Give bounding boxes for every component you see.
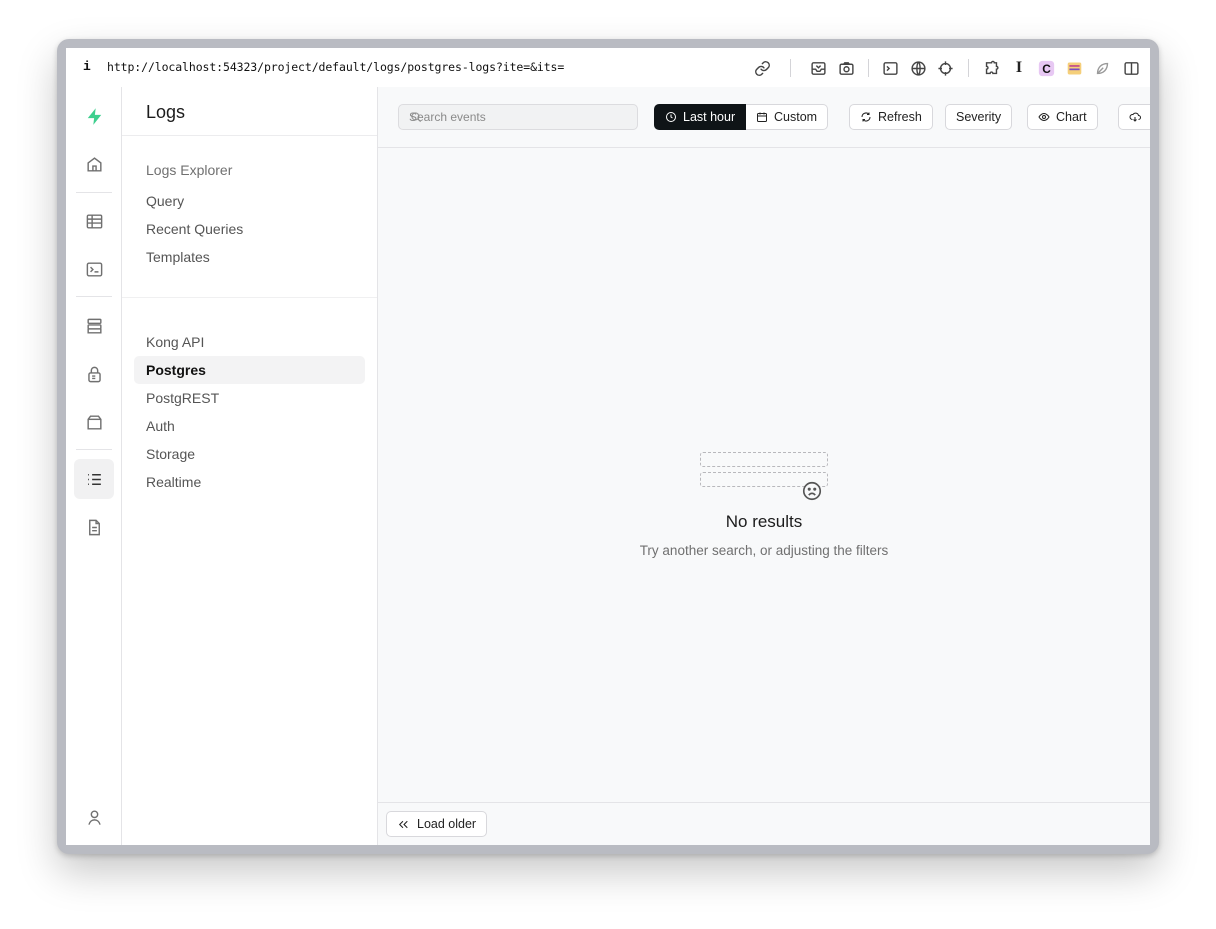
terminal-icon[interactable] bbox=[74, 249, 114, 289]
document-icon[interactable] bbox=[74, 507, 114, 547]
search-box[interactable] bbox=[398, 104, 638, 130]
leaf-icon[interactable] bbox=[1092, 58, 1112, 78]
home-icon[interactable] bbox=[74, 144, 114, 184]
rewind-icon bbox=[398, 820, 408, 828]
placeholder-row bbox=[700, 452, 828, 467]
menu-item-query[interactable]: Query bbox=[134, 187, 365, 215]
eye-icon bbox=[1038, 112, 1050, 122]
grid-extension-icon[interactable] bbox=[1064, 58, 1084, 78]
sad-face-icon bbox=[802, 481, 822, 501]
search-input[interactable] bbox=[409, 105, 629, 129]
svg-text:C: C bbox=[1042, 61, 1051, 75]
empty-state-title: No results bbox=[725, 512, 803, 531]
menu-item-postgres[interactable]: Postgres bbox=[134, 356, 365, 384]
browser-frame: i http://localhost:54323/project/default… bbox=[66, 48, 1150, 845]
icon-rail bbox=[66, 87, 122, 845]
logs-explorer-heading: Logs Explorer bbox=[146, 162, 233, 178]
cloud-download-icon bbox=[1129, 112, 1141, 122]
menu-item-kong-api[interactable]: Kong API bbox=[134, 328, 365, 356]
load-older-button[interactable]: Load older bbox=[386, 811, 488, 837]
custom-label: Custom bbox=[774, 110, 818, 124]
last-hour-label: Last hour bbox=[683, 110, 736, 124]
refresh-button[interactable]: Refresh bbox=[849, 104, 933, 130]
refresh-label: Refresh bbox=[878, 110, 922, 124]
list-icon[interactable] bbox=[74, 459, 114, 499]
logs-toolbar: Last hour Custom Refresh Severity Chart bbox=[378, 87, 1150, 148]
split-view-icon[interactable] bbox=[1121, 58, 1141, 78]
camera-icon[interactable] bbox=[836, 58, 856, 78]
database-icon[interactable] bbox=[74, 306, 114, 346]
calendar-icon bbox=[757, 112, 767, 122]
custom-range-button[interactable]: Custom bbox=[746, 104, 829, 130]
terminal-icon[interactable] bbox=[880, 58, 900, 78]
menu-item-recent-queries[interactable]: Recent Queries bbox=[134, 215, 365, 243]
rail-divider bbox=[76, 449, 112, 450]
side-menu-divider bbox=[122, 297, 377, 298]
menu-item-postgrest[interactable]: PostgREST bbox=[134, 384, 365, 412]
toolbar-divider bbox=[790, 59, 791, 77]
menu-item-realtime[interactable]: Realtime bbox=[134, 468, 365, 496]
logs-side-menu: Logs Logs Explorer Query Recent Queries … bbox=[122, 87, 378, 845]
chart-toggle-button[interactable]: Chart bbox=[1027, 104, 1098, 130]
clock-icon bbox=[666, 112, 676, 122]
table-icon[interactable] bbox=[74, 201, 114, 241]
text-cursor-icon[interactable]: I bbox=[1009, 58, 1029, 78]
crosshair-icon[interactable] bbox=[935, 58, 955, 78]
logs-footer: Load older bbox=[378, 802, 1150, 845]
chart-label: Chart bbox=[1056, 110, 1087, 124]
url-text[interactable]: http://localhost:54323/project/default/l… bbox=[107, 60, 564, 74]
severity-button[interactable]: Severity bbox=[945, 104, 1013, 130]
url-bar: i http://localhost:54323/project/default… bbox=[66, 48, 1150, 88]
menu-item-templates[interactable]: Templates bbox=[134, 243, 365, 271]
load-older-label: Load older bbox=[417, 817, 477, 831]
user-icon[interactable] bbox=[74, 797, 114, 837]
logs-main-panel: Last hour Custom Refresh Severity Chart bbox=[378, 87, 1150, 845]
toolbar-divider bbox=[868, 59, 869, 77]
last-hour-button[interactable]: Last hour bbox=[654, 104, 747, 130]
supabase-logo[interactable] bbox=[74, 96, 114, 136]
empty-state-subtitle: Try another search, or adjusting the fil… bbox=[639, 543, 889, 558]
lock-icon[interactable] bbox=[74, 354, 114, 394]
toolbar-divider bbox=[968, 59, 969, 77]
side-menu-header-divider bbox=[122, 135, 377, 136]
rail-divider bbox=[76, 192, 112, 193]
refresh-icon bbox=[861, 112, 871, 122]
storage-icon[interactable] bbox=[74, 402, 114, 442]
inbox-icon[interactable] bbox=[808, 58, 828, 78]
menu-item-storage[interactable]: Storage bbox=[134, 440, 365, 468]
site-info-icon[interactable]: i bbox=[83, 59, 91, 74]
globe-icon[interactable] bbox=[908, 58, 928, 78]
puzzle-icon[interactable] bbox=[981, 58, 1001, 78]
c-extension-icon[interactable]: C bbox=[1036, 58, 1056, 78]
severity-label: Severity bbox=[956, 110, 1002, 124]
side-menu-title: Logs bbox=[146, 102, 186, 122]
rail-divider bbox=[76, 296, 112, 297]
menu-item-auth[interactable]: Auth bbox=[134, 412, 365, 440]
link-icon[interactable] bbox=[752, 58, 772, 78]
download-button[interactable] bbox=[1118, 104, 1150, 130]
